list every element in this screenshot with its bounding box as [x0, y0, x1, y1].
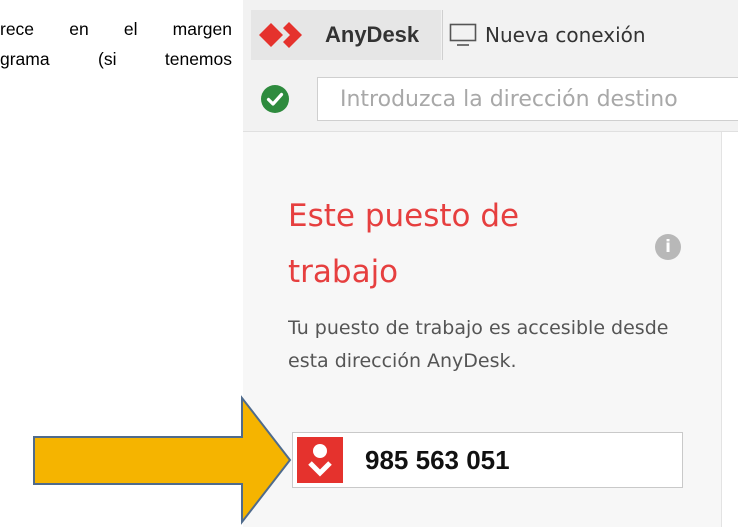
pointer-arrow-icon [33, 395, 292, 525]
